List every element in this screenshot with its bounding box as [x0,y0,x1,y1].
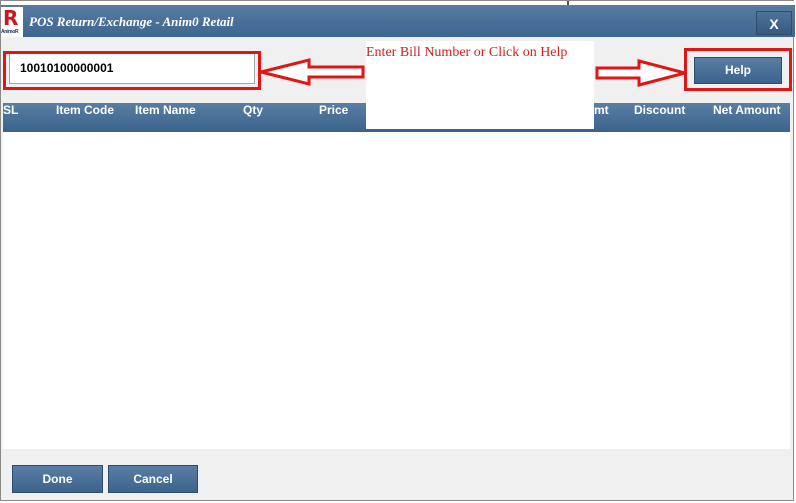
column-item-name[interactable]: Item Name [135,103,196,132]
cancel-button[interactable]: Cancel [108,465,198,493]
logo-text: AnimoR [1,29,19,35]
pos-return-window: R AnimoR POS Return/Exchange - Anim0 Ret… [0,0,795,501]
annotation-arrow-left-icon [260,58,365,86]
highlight-box-help [684,48,792,91]
highlight-box-input [3,51,261,90]
column-net-amount[interactable]: Net Amount [713,103,781,132]
column-item-code[interactable]: Item Code [56,103,114,132]
column-sl[interactable]: SL [3,103,18,132]
annotation-text: Enter Bill Number or Click on Help [366,45,568,60]
top-strip [1,1,795,5]
column-discount[interactable]: Discount [634,103,685,132]
annotation-arrow-right-icon [595,59,687,87]
column-price[interactable]: Price [319,103,348,132]
close-button[interactable]: X [756,11,792,35]
title-bar: R AnimoR POS Return/Exchange - Anim0 Ret… [1,1,795,37]
items-grid-body[interactable] [3,132,790,449]
app-logo: R AnimoR [1,7,23,37]
window-title: POS Return/Exchange - Anim0 Retail [29,14,234,29]
column-qty[interactable]: Qty [243,103,263,132]
logo-letter: R [3,6,19,30]
column-amount[interactable]: mt [594,103,609,132]
annotation-callout: Enter Bill Number or Click on Help [366,41,594,129]
done-button[interactable]: Done [12,465,103,493]
